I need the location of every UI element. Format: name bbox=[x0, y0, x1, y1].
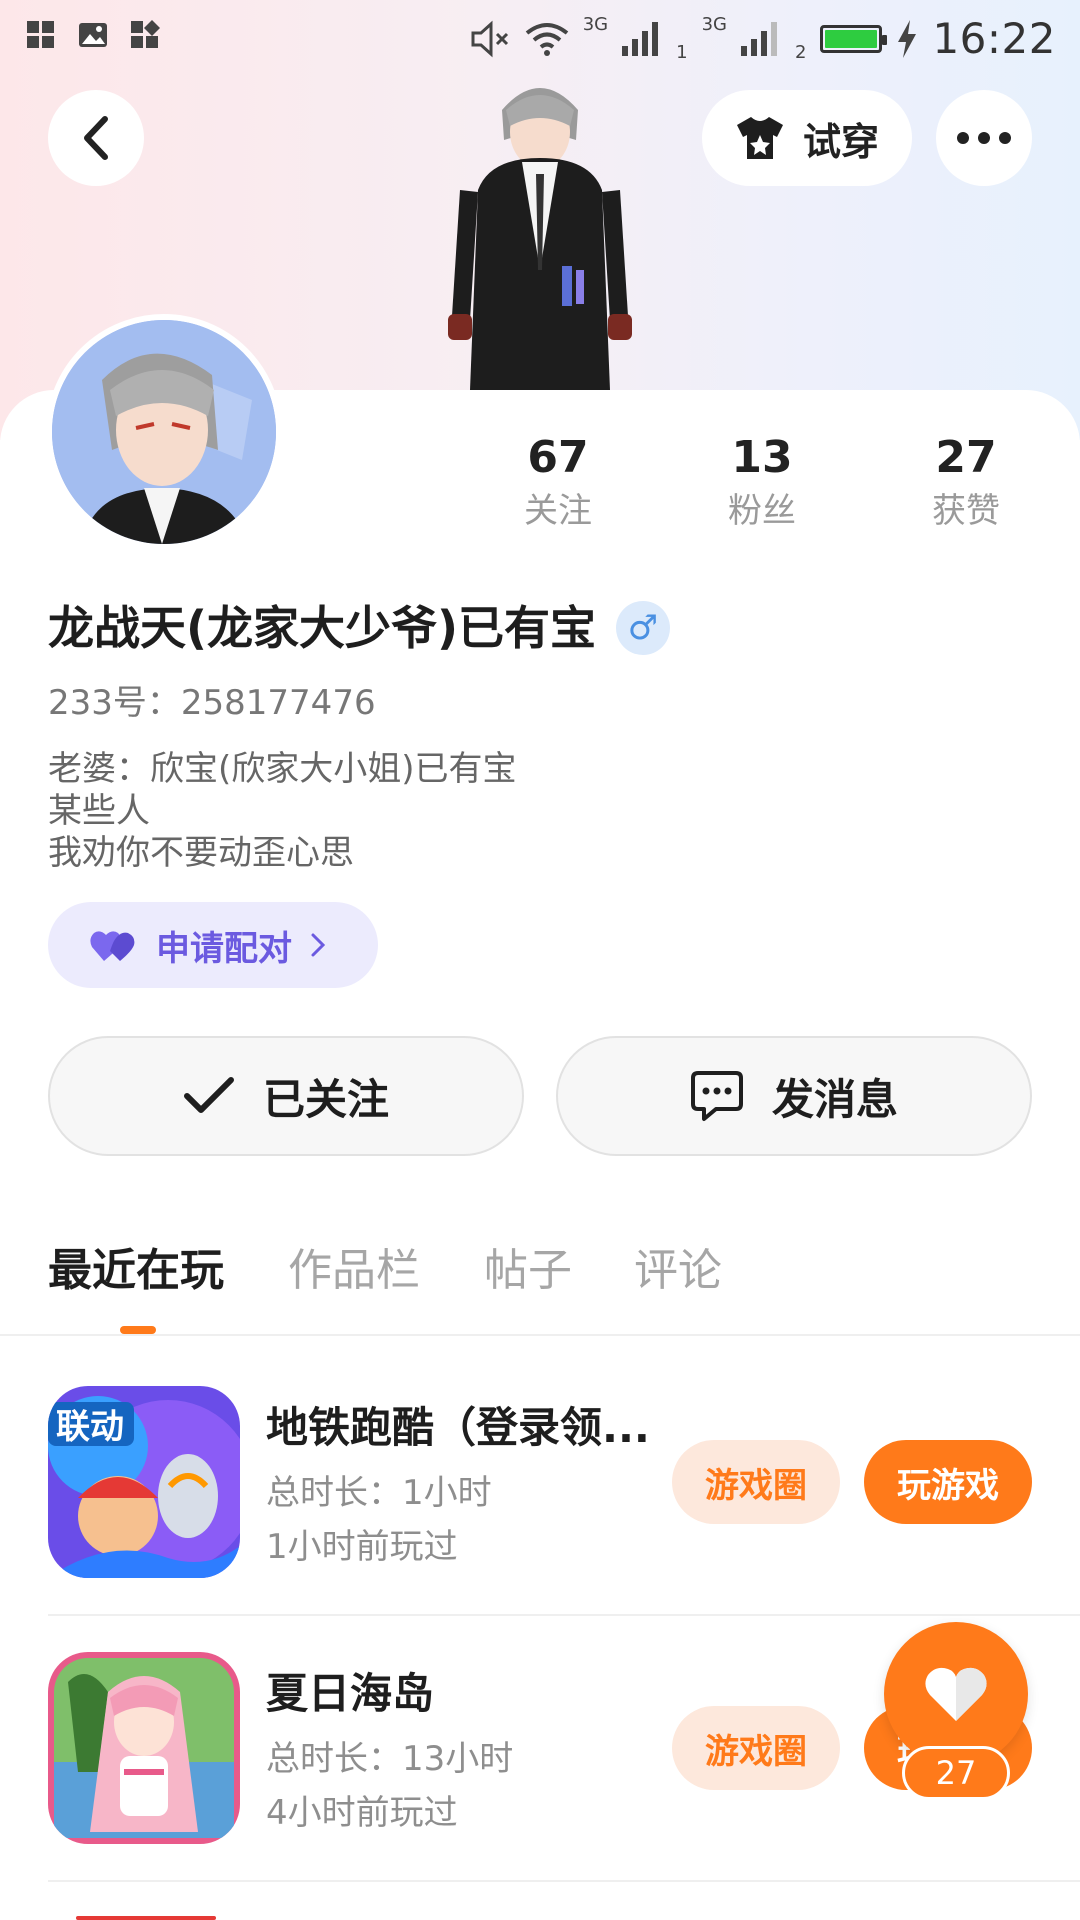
app-grid-icon bbox=[131, 20, 160, 48]
game-icon-label: 联动 bbox=[56, 1407, 124, 1447]
gender-symbol: ♂ bbox=[627, 608, 659, 648]
signal-icon bbox=[622, 21, 659, 56]
stat-value: 13 bbox=[731, 432, 793, 483]
game-title: 夏日海岛 bbox=[266, 1669, 435, 1718]
network-type-label: 3G bbox=[701, 14, 727, 35]
send-message-button[interactable]: 发消息 bbox=[556, 1036, 1032, 1156]
back-button[interactable] bbox=[48, 90, 144, 186]
try-on-button[interactable]: 试穿 bbox=[702, 90, 912, 186]
battery-icon bbox=[820, 24, 888, 53]
sim-slot-label: 2 bbox=[795, 42, 807, 63]
like-count-badge: 27 bbox=[902, 1746, 1010, 1800]
active-tab-indicator bbox=[120, 1326, 156, 1334]
tab-comments[interactable]: 评论 bbox=[634, 1236, 722, 1306]
followed-label: 已关注 bbox=[262, 1074, 389, 1124]
double-heart-icon bbox=[90, 931, 135, 961]
try-on-label: 试穿 bbox=[802, 119, 879, 164]
tab-works[interactable]: 作品栏 bbox=[288, 1236, 420, 1306]
more-horizontal-icon bbox=[957, 132, 1011, 144]
status-bar: 3G 1 3G 2 16:22 bbox=[0, 0, 1080, 72]
tshirt-icon bbox=[736, 117, 783, 159]
checkmark-icon bbox=[183, 1077, 234, 1113]
apply-pair-button[interactable]: 申请配对 bbox=[48, 902, 378, 988]
game-last-played: 4小时前玩过 bbox=[266, 1793, 458, 1833]
heart-icon bbox=[925, 1667, 987, 1721]
game-icon bbox=[48, 1652, 240, 1844]
game-title: 地铁跑酷（登录领... bbox=[266, 1403, 650, 1452]
stat-fans[interactable]: 13 粉丝 bbox=[682, 430, 842, 534]
chevron-left-icon bbox=[84, 116, 108, 160]
app-grid-icon bbox=[27, 21, 54, 48]
more-button[interactable] bbox=[936, 90, 1032, 186]
wifi-icon bbox=[525, 22, 568, 56]
stat-label: 关注 bbox=[524, 491, 592, 531]
apply-pair-label: 申请配对 bbox=[156, 928, 292, 969]
charging-icon bbox=[898, 19, 917, 58]
game-last-played: 1小时前玩过 bbox=[266, 1527, 458, 1567]
stat-label: 粉丝 bbox=[728, 491, 796, 531]
chevron-right-icon bbox=[311, 933, 326, 957]
mute-icon bbox=[471, 20, 508, 57]
status-time: 16:22 bbox=[932, 14, 1056, 63]
like-button[interactable] bbox=[884, 1622, 1028, 1766]
game-circle-button[interactable]: 游戏圈 bbox=[672, 1440, 840, 1524]
game-duration: 总时长：1小时 bbox=[266, 1473, 492, 1513]
nickname-row: 龙战天(龙家大少爷)已有宝 ♂ bbox=[48, 596, 671, 660]
followed-button[interactable]: 已关注 bbox=[48, 1036, 524, 1156]
stat-likes[interactable]: 27 获赞 bbox=[886, 430, 1046, 534]
profile-stats: 67 关注 13 粉丝 27 获赞 bbox=[0, 430, 1080, 550]
character-avatar-figure bbox=[448, 88, 632, 390]
nickname: 龙战天(龙家大少爷)已有宝 bbox=[48, 601, 597, 655]
list-item[interactable]: 联动 地铁跑酷（登录领... 总时长：1小时 1小时前玩过 游戏圈 玩游戏 bbox=[48, 1386, 1080, 1606]
bio: 老婆：欣宝(欣家大小姐)已有宝 某些人 我劝你不要动歪心思 bbox=[48, 748, 517, 874]
bio-line: 老婆：欣宝(欣家大小姐)已有宝 bbox=[48, 749, 517, 789]
divider bbox=[48, 1614, 1080, 1616]
stat-value: 67 bbox=[527, 432, 589, 483]
game-icon: 联动 bbox=[48, 1386, 240, 1578]
bio-line: 某些人 bbox=[48, 791, 150, 831]
tab-posts[interactable]: 帖子 bbox=[484, 1236, 572, 1306]
image-icon bbox=[79, 23, 107, 47]
next-game-icon-edge bbox=[76, 1916, 216, 1920]
stat-following[interactable]: 67 关注 bbox=[478, 430, 638, 534]
sim-slot-label: 1 bbox=[676, 42, 688, 63]
chat-bubble-icon bbox=[690, 1071, 743, 1121]
gender-male-icon: ♂ bbox=[616, 601, 671, 655]
signal-icon bbox=[741, 21, 777, 56]
game-duration: 总时长：13小时 bbox=[266, 1739, 514, 1779]
stat-value: 27 bbox=[935, 432, 997, 483]
play-game-button[interactable]: 玩游戏 bbox=[864, 1440, 1032, 1524]
game-circle-button[interactable]: 游戏圈 bbox=[672, 1706, 840, 1790]
stat-label: 获赞 bbox=[932, 491, 1000, 531]
divider bbox=[48, 1880, 1080, 1882]
user-id: 233号：258177476 bbox=[48, 683, 376, 723]
tab-recently-played[interactable]: 最近在玩 bbox=[48, 1236, 224, 1306]
send-message-label: 发消息 bbox=[771, 1074, 898, 1124]
network-type-label: 3G bbox=[582, 14, 609, 35]
bio-line: 我劝你不要动歪心思 bbox=[48, 833, 354, 873]
profile-tabs: 最近在玩 作品栏 帖子 评论 bbox=[0, 1236, 1080, 1336]
